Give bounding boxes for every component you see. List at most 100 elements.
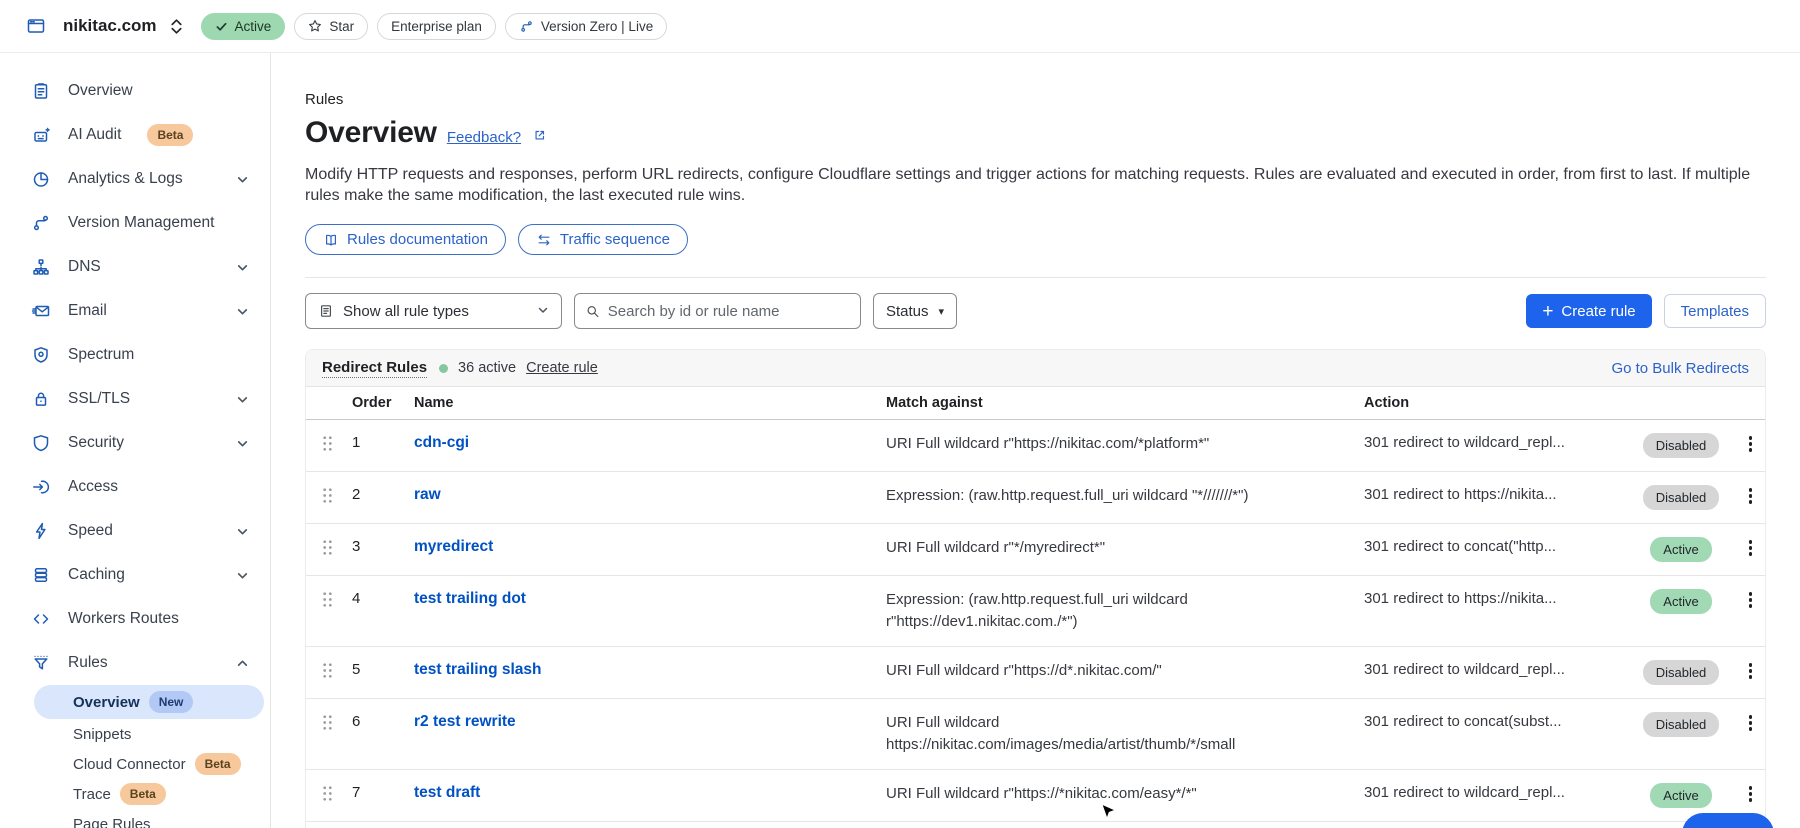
kebab-menu-icon[interactable] — [1736, 589, 1765, 608]
traffic-sequence-button[interactable]: Traffic sequence — [518, 224, 688, 255]
star-button[interactable]: Star — [294, 13, 368, 40]
sidebar-item-ai-audit[interactable]: AI AuditBeta — [0, 113, 270, 157]
sidebar-subitem-cloud-connector[interactable]: Cloud ConnectorBeta — [0, 749, 270, 779]
sidebar-item-label: Workers Routes — [68, 610, 179, 628]
status-badge: Active — [1650, 783, 1711, 808]
sidebar-subitem-overview[interactable]: OverviewNew — [34, 685, 264, 719]
rules-submenu: OverviewNew Snippets Cloud ConnectorBetaTr… — [0, 685, 270, 828]
rule-name-link[interactable]: test draft — [414, 784, 480, 801]
create-rule-button[interactable]: + Create rule — [1526, 294, 1651, 328]
code-brackets-icon — [31, 609, 51, 629]
kebab-menu-icon[interactable] — [1736, 712, 1765, 731]
sidebar-item-label: Speed — [68, 522, 113, 540]
sidebar-subitem-trace[interactable]: TraceBeta — [0, 779, 270, 809]
rule-order: 4 — [352, 589, 414, 609]
status-badge: Disabled — [1643, 485, 1720, 510]
sidebar-item-dns[interactable]: DNS — [0, 245, 270, 289]
rule-match: URI Full wildcard r"https://d*.nikitac.c… — [886, 660, 1364, 682]
drag-handle-icon[interactable] — [322, 485, 352, 509]
rule-name-link[interactable]: raw — [414, 486, 441, 503]
sidebar-item-label: SSL/TLS — [68, 390, 130, 408]
search-input[interactable] — [608, 303, 849, 320]
version-badge[interactable]: Version Zero | Live — [505, 13, 667, 40]
drag-handle-icon[interactable] — [322, 433, 352, 457]
sidebar-item-security[interactable]: Security — [0, 421, 270, 465]
rules-documentation-button[interactable]: Rules documentation — [305, 224, 506, 255]
drag-handle-icon[interactable] — [322, 537, 352, 561]
sidebar-item-spectrum[interactable]: Spectrum — [0, 333, 270, 377]
sidebar-item-overview[interactable]: Overview — [0, 69, 270, 113]
site-name: nikitac.com — [63, 16, 157, 36]
plus-icon: + — [1542, 302, 1553, 321]
drag-handle-icon[interactable] — [322, 660, 352, 684]
sidebar-item-label: Security — [68, 434, 124, 452]
sidebar-item-analytics-logs[interactable]: Analytics & Logs — [0, 157, 270, 201]
sidebar-item-label: DNS — [68, 258, 101, 276]
kebab-menu-icon[interactable] — [1736, 485, 1765, 504]
beta-badge: Beta — [147, 124, 193, 146]
kebab-menu-icon[interactable] — [1736, 783, 1765, 802]
kebab-menu-icon[interactable] — [1736, 433, 1765, 452]
kebab-menu-icon[interactable] — [1736, 660, 1765, 679]
bulk-redirects-link[interactable]: Go to Bulk Redirects — [1611, 360, 1749, 377]
beta-badge: Beta — [195, 753, 241, 775]
sidebar-item-ssl-tls[interactable]: SSL/TLS — [0, 377, 270, 421]
site-window-icon — [26, 16, 46, 36]
sidebar-item-workers-routes[interactable]: Workers Routes — [0, 597, 270, 641]
drag-handle-icon[interactable] — [322, 783, 352, 807]
rule-name-link[interactable]: test trailing dot — [414, 590, 526, 607]
sidebar-subitem-snippets[interactable]: Snippets — [0, 719, 270, 749]
sidebar-item-caching[interactable]: Caching — [0, 553, 270, 597]
status-badge: Disabled — [1643, 712, 1720, 737]
new-badge: New — [149, 691, 194, 713]
feedback-link[interactable]: Feedback? — [447, 129, 521, 146]
pie-chart-icon — [31, 169, 51, 189]
col-action: Action — [1364, 395, 1626, 411]
check-icon — [215, 20, 228, 33]
site-selector-icon[interactable] — [169, 17, 184, 36]
sidebar-item-label: Spectrum — [68, 346, 134, 364]
sidebar-item-speed[interactable]: Speed — [0, 509, 270, 553]
chevron-down-icon — [537, 303, 549, 320]
status-badge: Disabled — [1643, 660, 1720, 685]
kebab-menu-icon[interactable] — [1736, 537, 1765, 556]
chevron-down-icon — [236, 569, 249, 582]
sidebar-item-label: Email — [68, 302, 107, 320]
sidebar-subitem-page-rules[interactable]: Page Rules — [0, 809, 270, 828]
plan-badge[interactable]: Enterprise plan — [377, 13, 496, 40]
rule-action: 301 redirect to concat(subst... — [1364, 712, 1626, 732]
rule-type-dropdown[interactable]: Show all rule types — [305, 293, 562, 329]
sitemap-icon — [31, 257, 51, 277]
rule-name-link[interactable]: r2 test rewrite — [414, 713, 516, 730]
rule-action: 301 redirect to https://nikita... — [1364, 589, 1626, 609]
lightning-icon — [31, 521, 51, 541]
drag-handle-icon[interactable] — [322, 589, 352, 613]
app-window: nikitac.com Active Star Enterprise plan … — [0, 0, 1800, 828]
rule-match: URI Full wildcard r"https://nikitac.com/… — [886, 433, 1364, 455]
beta-badge: Beta — [120, 783, 166, 805]
section-title[interactable]: Redirect Rules — [322, 359, 427, 378]
lock-icon — [31, 389, 51, 409]
templates-button[interactable]: Templates — [1664, 294, 1766, 328]
sidebar-item-access[interactable]: Access — [0, 465, 270, 509]
support-chat-button[interactable] — [1682, 813, 1774, 828]
rule-name-link[interactable]: test trailing slash — [414, 661, 541, 678]
table-row: 5test trailing slashURI Full wildcard r"… — [306, 647, 1765, 699]
rule-name-link[interactable]: myredirect — [414, 538, 493, 555]
col-order: Order — [352, 395, 414, 411]
sidebar-item-email[interactable]: Email — [0, 289, 270, 333]
table-row: 6r2 test rewriteURI Full wildcard https:… — [306, 699, 1765, 770]
status-dropdown[interactable]: Status ▾ — [873, 293, 957, 329]
sidebar-item-rules[interactable]: Rules — [0, 641, 270, 685]
status-badge: Disabled — [1643, 433, 1720, 458]
sidebar-subitem-label: Snippets — [73, 726, 131, 743]
section-divider — [305, 277, 1766, 278]
table-header-row: Order Name Match against Action — [306, 387, 1765, 420]
sidebar-item-version-management[interactable]: Version Management — [0, 201, 270, 245]
rule-name-link[interactable]: cdn-cgi — [414, 434, 469, 451]
rule-order: 1 — [352, 433, 414, 453]
layers-icon — [31, 565, 51, 585]
rule-match: Expression: (raw.http.request.full_uri w… — [886, 589, 1364, 633]
drag-handle-icon[interactable] — [322, 712, 352, 736]
create-rule-link[interactable]: Create rule — [526, 360, 598, 376]
